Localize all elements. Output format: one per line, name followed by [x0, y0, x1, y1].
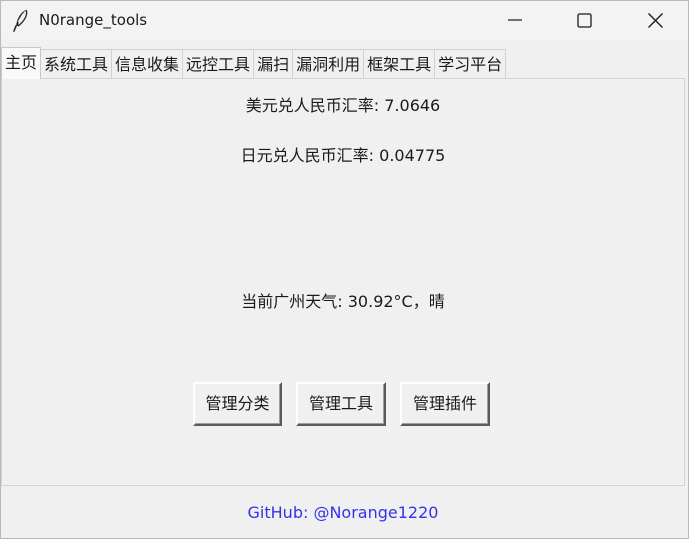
window-title: N0range_tools: [39, 11, 148, 29]
minimize-icon: [508, 19, 522, 21]
tab-exploits[interactable]: 漏洞利用: [292, 49, 365, 79]
maximize-button[interactable]: [561, 1, 607, 39]
minimize-button[interactable]: [492, 1, 538, 39]
title-bar[interactable]: N0range_tools: [1, 1, 688, 39]
feather-icon: [11, 8, 31, 32]
tab-system-tools[interactable]: 系统工具: [40, 49, 113, 79]
github-link[interactable]: GitHub: @Norange1220: [1, 502, 685, 524]
usd-cny-rate: 美元兑人民币汇率: 7.0646: [245, 96, 441, 115]
tab-info-gathering[interactable]: 信息收集: [111, 49, 184, 79]
manage-category-button[interactable]: 管理分类: [193, 382, 282, 426]
tab-remote-control[interactable]: 远控工具: [182, 49, 255, 79]
tab-home[interactable]: 主页: [1, 47, 42, 79]
jpy-cny-rate: 日元兑人民币汇率: 0.04775: [240, 146, 446, 165]
maximize-icon: [577, 13, 592, 28]
close-button[interactable]: [632, 1, 678, 39]
manage-tools-button[interactable]: 管理工具: [296, 382, 386, 426]
notebook-tabs: 主页 系统工具 信息收集 远控工具 漏扫 漏洞利用 框架工具 学习平台: [1, 47, 507, 79]
tab-learning[interactable]: 学习平台: [434, 49, 507, 79]
tab-frameworks[interactable]: 框架工具: [363, 49, 436, 79]
manage-plugins-button[interactable]: 管理插件: [400, 382, 490, 426]
guangzhou-weather: 当前广州天气: 30.92°C，晴: [241, 292, 445, 311]
app-window: N0range_tools 主页 系统工具 信息收集 远控工具 漏扫 漏洞利用 …: [0, 0, 689, 539]
tab-vuln-scan[interactable]: 漏扫: [253, 49, 294, 79]
close-icon: [648, 13, 663, 28]
